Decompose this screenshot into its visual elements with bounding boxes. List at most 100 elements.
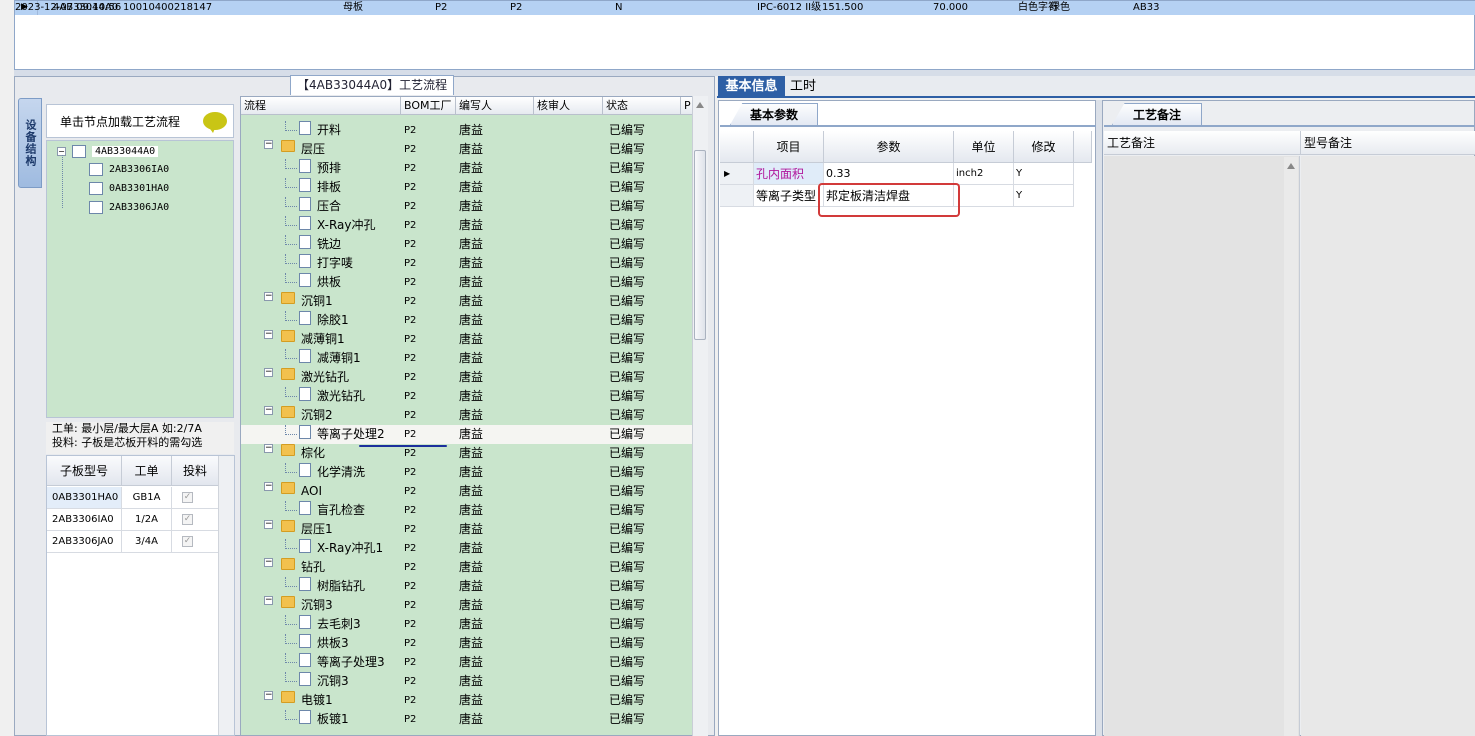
tree-child-label: 2AB3306JA0 [109, 202, 170, 213]
process-row[interactable]: 打字唛 P2 唐益 已编写 [241, 254, 693, 273]
scroll-up-icon[interactable] [696, 102, 704, 108]
process-row[interactable]: 盲孔检查 P2 唐益 已编写 [241, 501, 693, 520]
process-row[interactable]: − 激光钻孔 P2 唐益 已编写 [241, 368, 693, 387]
notes-col-process: 工艺备注 [1104, 131, 1301, 155]
notes-scrollbar[interactable] [1284, 157, 1298, 736]
process-row[interactable]: 铣边 P2 唐益 已编写 [241, 235, 693, 254]
process-row[interactable]: X-Ray冲孔1 P2 唐益 已编写 [241, 539, 693, 558]
process-row[interactable]: X-Ray冲孔 P2 唐益 已编写 [241, 216, 693, 235]
process-row[interactable]: − 棕化 P2 唐益 已编写 [241, 444, 693, 463]
process-name: 铣边 [317, 237, 342, 251]
process-row[interactable]: 树脂钻孔 P2 唐益 已编写 [241, 577, 693, 596]
collapse-icon[interactable]: − [264, 140, 273, 149]
bom-factory: P2 [404, 657, 417, 668]
process-row[interactable]: 排板 P2 唐益 已编写 [241, 178, 693, 197]
subboard-feed-cell: ✓ [172, 487, 219, 509]
subboard-order-cell[interactable]: GB1A [122, 487, 172, 509]
subboard-model-cell[interactable]: 2AB3306IA0 [47, 509, 122, 531]
subboard-model-cell[interactable]: 0AB3301HA0 [47, 487, 122, 509]
collapse-icon[interactable]: − [264, 406, 273, 415]
process-row[interactable]: 沉铜3 P2 唐益 已编写 [241, 672, 693, 691]
feed-checkbox[interactable]: ✓ [182, 513, 193, 525]
document-icon [299, 387, 311, 401]
process-row[interactable]: − 沉铜3 P2 唐益 已编写 [241, 596, 693, 615]
status: 已编写 [609, 484, 646, 498]
process-row[interactable]: − 沉铜2 P2 唐益 已编写 [241, 406, 693, 425]
process-row[interactable]: − 层压 P2 唐益 已编写 [241, 140, 693, 159]
process-row[interactable]: 等离子处理3 P2 唐益 已编写 [241, 653, 693, 672]
model-notes-text[interactable] [1301, 156, 1475, 736]
record-row[interactable]: ▶ 4AB33044A0 10010400218147 母板 P2 P2 N IPC-6012… [15, 1, 1475, 15]
process-row[interactable]: − AOI P2 唐益 已编写 [241, 482, 693, 501]
process-row[interactable]: − 层压1 P2 唐益 已编写 [241, 520, 693, 539]
process-row[interactable]: 开料 P2 唐益 已编写 [241, 121, 693, 140]
collapse-icon[interactable]: − [264, 368, 273, 377]
process-row[interactable]: − 沉铜1 P2 唐益 已编写 [241, 292, 693, 311]
param-unit[interactable] [954, 185, 1014, 207]
collapse-icon[interactable]: − [264, 482, 273, 491]
collapse-icon[interactable]: − [264, 691, 273, 700]
status: 已编写 [609, 237, 646, 251]
document-icon [299, 634, 311, 648]
collapse-icon[interactable]: − [264, 292, 273, 301]
collapse-icon[interactable]: − [264, 596, 273, 605]
process-row[interactable]: 烘板3 P2 唐益 已编写 [241, 634, 693, 653]
tab-process-notes[interactable]: 工艺备注 [1112, 103, 1202, 125]
tab-basic-params[interactable]: 基本参数 [730, 103, 818, 125]
process-row[interactable]: 激光钻孔 P2 唐益 已编写 [241, 387, 693, 406]
bom-factory: P2 [404, 505, 417, 516]
feed-checkbox[interactable]: ✓ [182, 535, 193, 547]
process-name: 沉铜2 [301, 408, 333, 422]
bom-factory: P2 [404, 562, 417, 573]
tab-basic-info[interactable]: 基本信息 [718, 76, 785, 98]
param-header-extra [1074, 131, 1092, 163]
tree-child[interactable]: 2AB3306JA0 [89, 201, 169, 214]
param-item[interactable]: 孔内面积 [754, 163, 824, 185]
tab-work-hours[interactable]: 工时 [790, 76, 816, 98]
process-row[interactable]: 板镀1 P2 唐益 已编写 [241, 710, 693, 729]
process-row[interactable]: 等离子处理2 P2 唐益 已编写 [241, 425, 693, 444]
param-value[interactable]: 0.33 [824, 163, 954, 185]
process-flow-title: 【4AB33044A0】工艺流程 [290, 75, 455, 95]
process-row[interactable]: 化学清洗 P2 唐益 已编写 [241, 463, 693, 482]
param-unit[interactable]: inch2 [954, 163, 1014, 185]
subgrid-scrollbar[interactable] [218, 456, 234, 735]
feed-checkbox[interactable]: ✓ [182, 491, 193, 503]
subboard-model-cell[interactable]: 2AB3306JA0 [47, 531, 122, 553]
process-row[interactable]: 烘板 P2 唐益 已编写 [241, 273, 693, 292]
process-row[interactable]: 去毛刺3 P2 唐益 已编写 [241, 615, 693, 634]
process-row[interactable]: − 电镀1 P2 唐益 已编写 [241, 691, 693, 710]
process-scroll-thumb[interactable] [694, 150, 706, 340]
row-selector[interactable]: ▶ [720, 163, 754, 185]
document-icon [299, 425, 311, 439]
process-name: 棕化 [301, 446, 326, 460]
process-row[interactable]: 减薄铜1 P2 唐益 已编写 [241, 349, 693, 368]
subboard-order-cell[interactable]: 3/4A [122, 531, 172, 553]
process-notes-text[interactable] [1104, 156, 1300, 736]
process-row[interactable]: 压合 P2 唐益 已编写 [241, 197, 693, 216]
bom-factory: P2 [404, 581, 417, 592]
tree-child[interactable]: 0AB3301HA0 [89, 182, 169, 195]
collapse-icon[interactable]: − [264, 444, 273, 453]
collapse-icon[interactable]: − [264, 558, 273, 567]
tab-equipment-structure[interactable]: 设备结构 [18, 98, 42, 188]
param-item[interactable]: 等离子类型 [754, 185, 824, 207]
subboard-order-cell[interactable]: 1/2A [122, 509, 172, 531]
param-modify[interactable]: Y [1014, 185, 1074, 207]
collapse-icon[interactable]: − [264, 330, 273, 339]
process-row[interactable]: 预排 P2 唐益 已编写 [241, 159, 693, 178]
folder-icon [281, 444, 295, 456]
author: 唐益 [459, 332, 484, 346]
process-name: 等离子处理3 [317, 655, 385, 669]
bom-factory: P2 [404, 144, 417, 155]
scroll-up-icon[interactable] [1287, 163, 1295, 169]
param-modify[interactable]: Y [1014, 163, 1074, 185]
process-row[interactable]: 除胶1 P2 唐益 已编写 [241, 311, 693, 330]
process-row[interactable]: − 减薄铜1 P2 唐益 已编写 [241, 330, 693, 349]
row-selector[interactable] [720, 185, 754, 207]
process-name: 沉铜3 [301, 598, 333, 612]
tree-child[interactable]: 2AB3306IA0 [89, 163, 169, 176]
collapse-icon[interactable]: − [264, 520, 273, 529]
process-row[interactable]: − 钻孔 P2 唐益 已编写 [241, 558, 693, 577]
tree-root[interactable]: −4AB33044A0 [57, 145, 159, 158]
